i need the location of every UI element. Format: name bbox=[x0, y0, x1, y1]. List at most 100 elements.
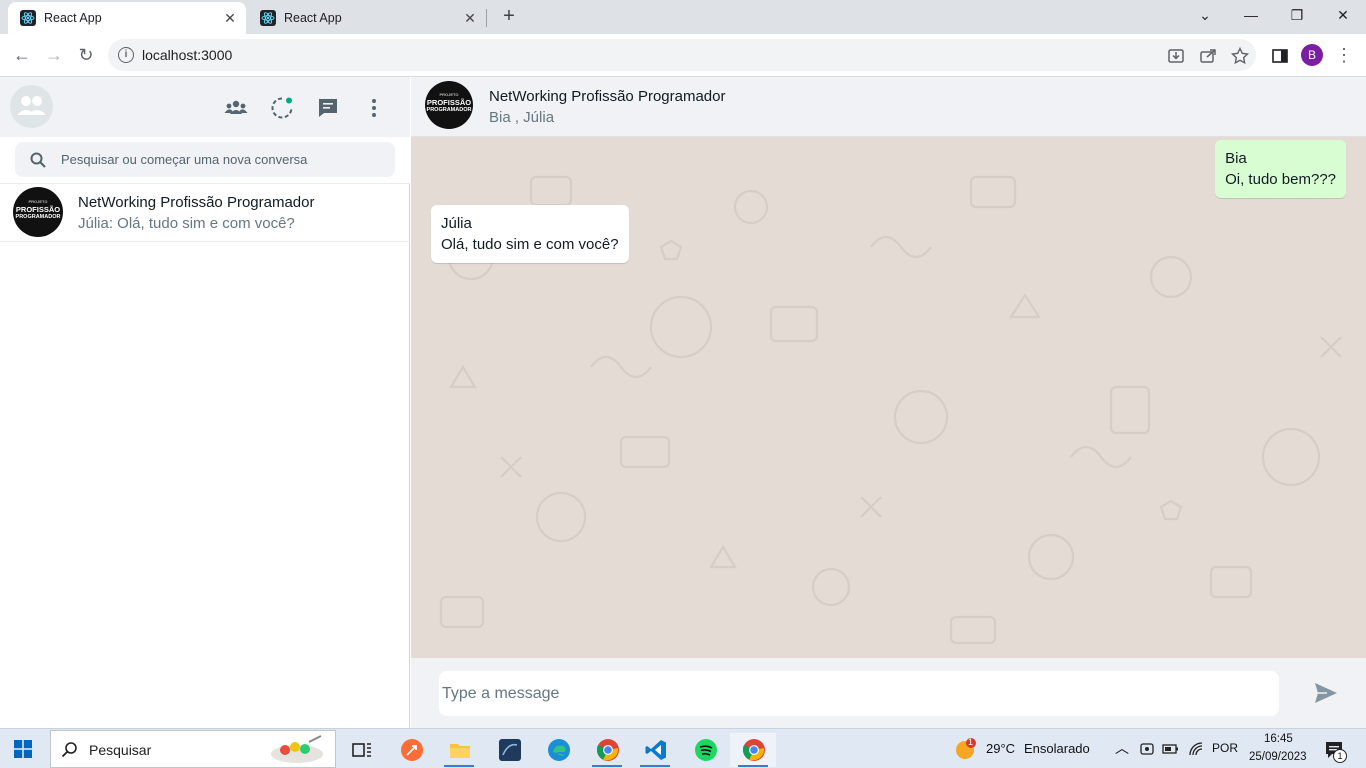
side-panel-icon[interactable] bbox=[1270, 46, 1290, 66]
windows-taskbar: Pesquisar 1 29°C Ensolarado ︿ POR 16:45 … bbox=[0, 728, 1366, 768]
message-composer bbox=[411, 658, 1366, 728]
message-author: Júlia bbox=[441, 215, 472, 232]
install-app-icon[interactable] bbox=[1166, 46, 1186, 66]
new-chat-icon[interactable] bbox=[316, 96, 340, 120]
message-outgoing: Bia Oi, tudo bem??? bbox=[1215, 140, 1346, 198]
logo-line: PROFISSÃO bbox=[426, 98, 472, 107]
windows-start-icon[interactable] bbox=[14, 740, 32, 758]
sidebar-header bbox=[0, 77, 410, 137]
close-window-button[interactable]: ✕ bbox=[1332, 4, 1354, 26]
react-icon bbox=[260, 10, 276, 26]
taskbar-search[interactable]: Pesquisar bbox=[50, 730, 336, 768]
weather-description[interactable]: Ensolarado bbox=[1024, 741, 1090, 756]
menu-dots-icon[interactable]: ⋮ bbox=[1334, 46, 1354, 66]
close-tab-icon[interactable]: ✕ bbox=[462, 10, 478, 26]
site-info-icon[interactable]: i bbox=[118, 47, 134, 63]
search-icon bbox=[30, 152, 46, 168]
battery-icon[interactable] bbox=[1162, 741, 1180, 757]
browser-tab-title: React App bbox=[284, 11, 342, 25]
minimize-button[interactable]: — bbox=[1240, 4, 1262, 26]
message-area: Bia Oi, tudo bem??? Júlia Olá, tudo sim … bbox=[411, 137, 1366, 658]
taskbar-app-mysql[interactable] bbox=[486, 733, 532, 767]
active-indicator bbox=[444, 765, 474, 767]
clock-time[interactable]: 16:45 bbox=[1264, 733, 1293, 745]
tab-search-chevron-icon[interactable]: ⌄ bbox=[1194, 4, 1216, 26]
address-bar[interactable]: i localhost:3000 bbox=[108, 39, 1256, 71]
taskbar-search-label: Pesquisar bbox=[89, 742, 152, 758]
status-icon[interactable] bbox=[270, 96, 294, 120]
taskbar-app-chrome[interactable] bbox=[584, 733, 630, 767]
language-indicator[interactable]: POR bbox=[1212, 741, 1238, 755]
search-icon bbox=[61, 742, 77, 758]
edge-icon bbox=[548, 739, 570, 761]
message-input[interactable] bbox=[439, 671, 1279, 716]
chat-list-item[interactable]: PROJETO PROFISSÃO PROGRAMADOR NetWorking… bbox=[0, 184, 410, 242]
search-highlight-illustration bbox=[271, 735, 323, 763]
chrome-icon bbox=[596, 739, 619, 761]
taskbar-app-explorer[interactable] bbox=[436, 733, 482, 767]
chat-app: PROJETO PROFISSÃO PROGRAMADOR NetWorking… bbox=[0, 77, 1366, 728]
taskbar-app-spotify[interactable] bbox=[682, 733, 728, 767]
browser-tab-2[interactable]: React App ✕ bbox=[248, 2, 486, 34]
menu-dots-icon[interactable] bbox=[362, 96, 386, 120]
vscode-icon bbox=[645, 740, 666, 760]
conversation-members: Bia , Júlia bbox=[489, 109, 555, 126]
address-url: localhost:3000 bbox=[142, 47, 233, 63]
spotify-icon bbox=[695, 739, 717, 761]
message-incoming: Júlia Olá, tudo sim e com você? bbox=[431, 205, 629, 263]
message-author: Bia bbox=[1225, 150, 1247, 167]
taskbar-app-chrome-active[interactable] bbox=[730, 733, 776, 767]
chat-last-message: Júlia: Olá, tudo sim e com você? bbox=[78, 215, 295, 232]
communities-icon[interactable] bbox=[224, 96, 248, 120]
back-arrow-icon[interactable]: ← bbox=[10, 44, 34, 68]
taskbar-app-vscode[interactable] bbox=[632, 733, 678, 767]
reload-icon[interactable]: ↻ bbox=[74, 44, 98, 68]
logo-line: PROJETO bbox=[439, 92, 459, 97]
clock-date[interactable]: 25/09/2023 bbox=[1249, 751, 1307, 763]
group-avatar: PROJETO PROFISSÃO PROGRAMADOR bbox=[425, 81, 473, 129]
logo-line: PROJETO bbox=[28, 199, 48, 204]
sidebar: PROJETO PROFISSÃO PROGRAMADOR NetWorking… bbox=[0, 77, 410, 728]
profile-avatar[interactable]: B bbox=[1301, 44, 1323, 66]
task-view-icon bbox=[352, 743, 371, 757]
react-icon bbox=[20, 10, 36, 26]
mysql-workbench-icon bbox=[499, 739, 521, 761]
logo-line: PROGRAMADOR bbox=[15, 214, 61, 220]
task-view-button[interactable] bbox=[338, 733, 384, 767]
wifi-icon[interactable] bbox=[1188, 741, 1204, 757]
notification-count: 1 bbox=[1333, 749, 1347, 763]
browser-tab-bar: React App ✕ React App ✕ + ⌄ — ❐ ✕ bbox=[0, 0, 1366, 34]
user-avatar[interactable] bbox=[10, 85, 53, 128]
search-box bbox=[15, 142, 395, 177]
restore-button[interactable]: ❐ bbox=[1286, 4, 1308, 26]
conversation-header[interactable]: PROJETO PROFISSÃO PROGRAMADOR NetWorking… bbox=[411, 77, 1366, 137]
conversation-title: NetWorking Profissão Programador bbox=[489, 88, 726, 105]
chat-name: NetWorking Profissão Programador bbox=[78, 194, 315, 211]
browser-toolbar: ← → ↻ i localhost:3000 B ⋮ bbox=[0, 34, 1366, 77]
send-icon[interactable] bbox=[1313, 680, 1339, 706]
group-avatar: PROJETO PROFISSÃO PROGRAMADOR bbox=[13, 187, 63, 237]
active-indicator bbox=[640, 765, 670, 767]
tab-separator bbox=[486, 9, 487, 27]
weather-temperature[interactable]: 29°C bbox=[986, 741, 1015, 756]
taskbar-app-edge[interactable] bbox=[535, 733, 581, 767]
forward-arrow-icon[interactable]: → bbox=[42, 44, 66, 68]
bookmark-star-icon[interactable] bbox=[1230, 46, 1250, 66]
meet-now-icon[interactable] bbox=[1139, 741, 1155, 757]
conversation-panel: PROJETO PROFISSÃO PROGRAMADOR NetWorking… bbox=[411, 77, 1366, 728]
taskbar-app-postman[interactable] bbox=[388, 733, 434, 767]
browser-tab-1[interactable]: React App ✕ bbox=[8, 2, 246, 34]
active-indicator bbox=[738, 765, 768, 767]
default-user-icon bbox=[17, 96, 46, 115]
browser-tab-title: React App bbox=[44, 11, 102, 25]
share-icon[interactable] bbox=[1198, 46, 1218, 66]
close-tab-icon[interactable]: ✕ bbox=[222, 10, 238, 26]
message-text: Olá, tudo sim e com você? bbox=[441, 236, 619, 253]
logo-line: PROGRAMADOR bbox=[426, 107, 472, 113]
chevron-up-icon[interactable]: ︿ bbox=[1115, 738, 1129, 758]
search-input[interactable] bbox=[61, 142, 381, 177]
weather-badge: 1 bbox=[968, 737, 974, 747]
search-container bbox=[0, 137, 410, 184]
new-tab-button[interactable]: + bbox=[498, 6, 520, 28]
weather-sun-icon[interactable] bbox=[955, 738, 977, 760]
